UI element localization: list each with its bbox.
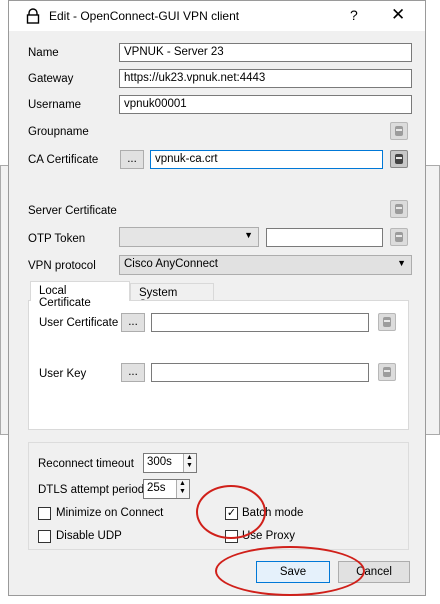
save-highlight-ring: [215, 546, 365, 596]
name-field[interactable]: VPNUK - Server 23: [119, 43, 412, 62]
ca-certificate-field[interactable]: vpnuk-ca.crt: [150, 150, 383, 169]
spin-arrows-icon[interactable]: ▲ ▼: [176, 480, 189, 498]
user-cert-clear-icon[interactable]: [378, 313, 396, 331]
otp-clear-icon[interactable]: [390, 228, 408, 246]
reconnect-timeout-spinbox[interactable]: 300s ▲ ▼: [143, 453, 197, 473]
name-label: Name: [28, 47, 59, 59]
vpn-protocol-label: VPN protocol: [28, 260, 96, 272]
user-key-browse-button[interactable]: ...: [121, 363, 145, 382]
disable-udp-label: Disable UDP: [56, 530, 122, 542]
user-certificate-label: User Certificate: [39, 317, 119, 329]
gateway-field[interactable]: https://uk23.vpnuk.net:4443: [119, 69, 412, 88]
ca-browse-button[interactable]: ...: [120, 150, 144, 169]
otp-token-field[interactable]: [266, 228, 383, 247]
chevron-down-icon: ▼: [244, 230, 253, 240]
username-field[interactable]: vpnuk00001: [119, 95, 412, 114]
dtls-attempt-label: DTLS attempt period: [38, 484, 145, 496]
vpn-protocol-select[interactable]: Cisco AnyConnect ▼: [119, 255, 412, 275]
server-certificate-label: Server Certificate: [28, 205, 117, 217]
user-key-clear-icon[interactable]: [378, 363, 396, 381]
tab-local-certificate[interactable]: Local Certificate: [30, 281, 130, 309]
dtls-attempt-value: 25s: [147, 482, 166, 494]
minimize-checkbox[interactable]: [38, 507, 51, 520]
otp-token-select[interactable]: ▼: [119, 227, 259, 247]
username-label: Username: [28, 99, 82, 111]
reconnect-timeout-value: 300s: [147, 456, 172, 468]
user-key-label: User Key: [39, 368, 87, 380]
groupname-label: Groupname: [28, 126, 89, 138]
dtls-attempt-spinbox[interactable]: 25s ▲ ▼: [143, 479, 190, 499]
user-key-field[interactable]: [151, 363, 369, 382]
server-cert-clear-icon[interactable]: [390, 200, 408, 218]
chevron-down-icon: ▼: [397, 258, 406, 268]
lock-icon: [26, 8, 40, 24]
user-certificate-field[interactable]: [151, 313, 369, 332]
otp-token-label: OTP Token: [28, 233, 86, 245]
groupname-clear-icon[interactable]: [390, 122, 408, 140]
gateway-label: Gateway: [28, 73, 74, 85]
window-title: Edit - OpenConnect-GUI VPN client: [49, 9, 240, 23]
minimize-label: Minimize on Connect: [56, 507, 164, 519]
close-icon[interactable]: ✕: [391, 5, 405, 25]
ca-clear-icon[interactable]: [390, 150, 408, 168]
vpn-protocol-value: Cisco AnyConnect: [124, 258, 218, 270]
ca-certificate-label: CA Certificate: [28, 154, 99, 166]
tab-system-store[interactable]: System Store: [130, 283, 214, 311]
title-bar: Edit - OpenConnect-GUI VPN client ? ✕: [9, 1, 425, 31]
help-icon[interactable]: ?: [350, 7, 358, 23]
reconnect-timeout-label: Reconnect timeout: [38, 458, 134, 470]
disable-udp-checkbox[interactable]: [38, 530, 51, 543]
user-cert-browse-button[interactable]: ...: [121, 313, 145, 332]
batch-mode-highlight-ring: [196, 485, 266, 539]
spin-arrows-icon[interactable]: ▲ ▼: [183, 454, 196, 472]
